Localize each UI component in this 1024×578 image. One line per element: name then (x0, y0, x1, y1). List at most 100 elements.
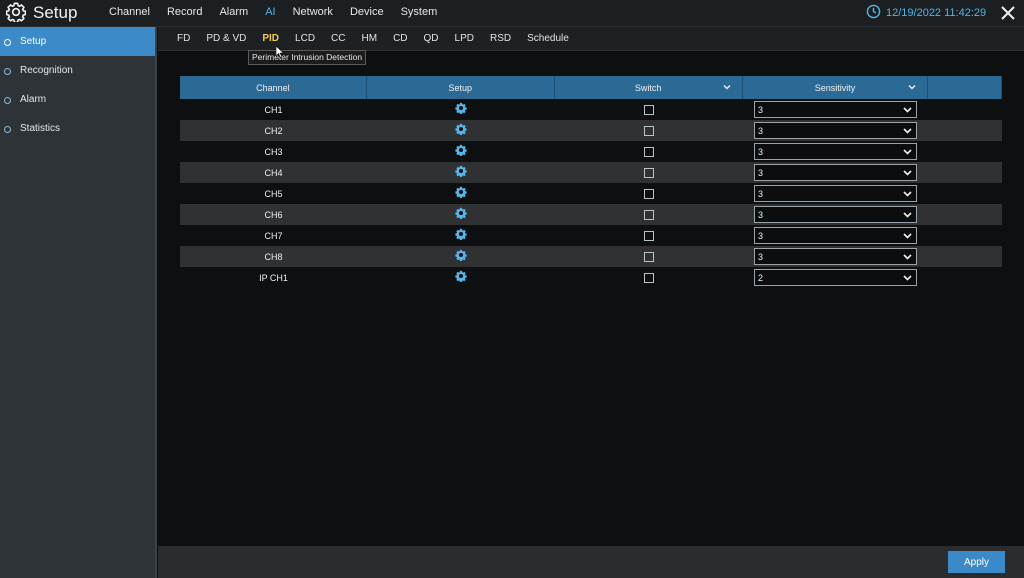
empty-cell (929, 267, 1002, 288)
empty-cell (929, 162, 1002, 183)
column-header-setup: Setup (367, 76, 555, 99)
setup-cell (367, 162, 555, 183)
tab-hm[interactable]: HM (362, 33, 378, 44)
table-row: CH5 3 (180, 183, 1002, 204)
sidebar-item-setup[interactable]: Setup (0, 27, 155, 56)
switch-checkbox[interactable] (644, 230, 654, 241)
gear-icon[interactable] (455, 228, 467, 243)
empty-cell (929, 99, 1002, 120)
sidebar-item-label: Alarm (20, 94, 47, 105)
gear-icon[interactable] (455, 270, 467, 285)
sensitivity-select[interactable]: 2 (754, 269, 917, 286)
tab-lpd[interactable]: LPD (455, 33, 474, 44)
channel-cell: CH4 (180, 162, 367, 183)
channel-name: IP CH1 (259, 272, 288, 283)
gear-icon[interactable] (455, 102, 467, 117)
switch-cell (555, 162, 743, 183)
tab-rsd[interactable]: RSD (490, 33, 511, 44)
sensitivity-select[interactable]: 3 (754, 164, 917, 181)
sensitivity-select[interactable]: 3 (754, 143, 917, 160)
switch-checkbox[interactable] (644, 146, 654, 157)
nav-alarm[interactable]: Alarm (219, 0, 248, 26)
close-icon (1001, 6, 1015, 20)
sensitivity-value: 3 (758, 125, 764, 136)
switch-cell (555, 267, 743, 288)
nav-ai[interactable]: AI (265, 0, 275, 26)
switch-checkbox[interactable] (644, 104, 654, 115)
sidebar-item-recognition[interactable]: Recognition (0, 56, 155, 85)
gear-icon[interactable] (455, 165, 467, 180)
brand: Setup (5, 1, 78, 24)
table-row: CH3 3 (180, 141, 1002, 162)
tab-lcd[interactable]: LCD (295, 33, 315, 44)
tab-pd-vd[interactable]: PD & VD (206, 33, 246, 44)
column-header-label: Sensitivity (814, 82, 856, 93)
channel-cell: CH7 (180, 225, 367, 246)
table-row: CH6 3 (180, 204, 1002, 225)
table-header: Channel Setup Switch Sensitivity (180, 76, 1003, 99)
channel-cell: CH1 (180, 99, 367, 120)
sensitivity-select[interactable]: 3 (754, 206, 917, 223)
tab-cd[interactable]: CD (393, 33, 407, 44)
close-button[interactable] (998, 3, 1018, 23)
sensitivity-cell: 3 (743, 99, 929, 120)
empty-cell (929, 183, 1002, 204)
gear-icon[interactable] (455, 123, 467, 138)
tab-fd[interactable]: FD (177, 33, 190, 44)
sensitivity-value: 3 (758, 209, 764, 220)
tab-qd[interactable]: QD (424, 33, 439, 44)
switch-checkbox[interactable] (644, 188, 654, 199)
switch-checkbox[interactable] (644, 125, 654, 136)
sensitivity-cell: 3 (743, 225, 929, 246)
switch-checkbox[interactable] (644, 167, 654, 178)
main-nav: Channel Record Alarm AI Network Device System (109, 0, 454, 26)
bottom-bar: Apply (158, 546, 1024, 578)
column-header-sensitivity[interactable]: Sensitivity (743, 76, 929, 99)
table-row: CH1 3 (180, 99, 1002, 120)
gear-icon[interactable] (455, 207, 467, 222)
sidebar-item-statistics[interactable]: Statistics (0, 114, 155, 143)
nav-network[interactable]: Network (293, 0, 333, 26)
switch-cell (555, 141, 743, 162)
nav-device[interactable]: Device (350, 0, 384, 26)
sidebar-item-alarm[interactable]: Alarm (0, 85, 155, 114)
switch-checkbox[interactable] (644, 272, 654, 283)
switch-checkbox[interactable] (644, 209, 654, 220)
table-row: CH4 3 (180, 162, 1002, 183)
tab-schedule[interactable]: Schedule (527, 33, 569, 44)
channel-name: CH6 (264, 209, 283, 220)
switch-cell (555, 225, 743, 246)
sensitivity-select[interactable]: 3 (754, 122, 917, 139)
empty-cell (929, 246, 1002, 267)
nav-record[interactable]: Record (167, 0, 202, 26)
sensitivity-select[interactable]: 3 (754, 101, 917, 118)
sub-tab-bar: FD PD & VD PID LCD CC HM CD QD LPD RSD Schedule (158, 27, 1024, 51)
tab-cc[interactable]: CC (331, 33, 345, 44)
sensitivity-select[interactable]: 3 (754, 227, 917, 244)
sensitivity-cell: 3 (743, 141, 929, 162)
table-row: CH7 3 (180, 225, 1002, 246)
gear-icon[interactable] (455, 249, 467, 264)
gear-icon[interactable] (455, 186, 467, 201)
nav-channel[interactable]: Channel (109, 0, 150, 26)
setup-cell (367, 120, 555, 141)
switch-cell (555, 183, 743, 204)
tab-pid[interactable]: PID (262, 33, 279, 44)
switch-checkbox[interactable] (644, 251, 654, 262)
sensitivity-select[interactable]: 3 (754, 248, 917, 265)
table-body: CH1 3 CH2 3 CH3 3 CH4 3 CH5 3 CH6 3 CH7 3 CH8 3 IP CH1 2 (180, 99, 1002, 288)
sensitivity-cell: 3 (743, 246, 929, 267)
gear-icon[interactable] (455, 144, 467, 159)
clock-icon (866, 4, 886, 22)
sidebar: Setup Recognition Alarm Statistics (0, 27, 157, 578)
app-title: Setup (33, 3, 78, 22)
sensitivity-value: 3 (758, 104, 764, 115)
channel-cell: CH6 (180, 204, 367, 225)
setup-cell (367, 99, 555, 120)
column-header-channel: Channel (180, 76, 367, 99)
sensitivity-select[interactable]: 3 (754, 185, 917, 202)
apply-button[interactable]: Apply (948, 551, 1005, 573)
nav-system[interactable]: System (401, 0, 438, 26)
column-header-switch[interactable]: Switch (555, 76, 743, 99)
switch-cell (555, 120, 743, 141)
